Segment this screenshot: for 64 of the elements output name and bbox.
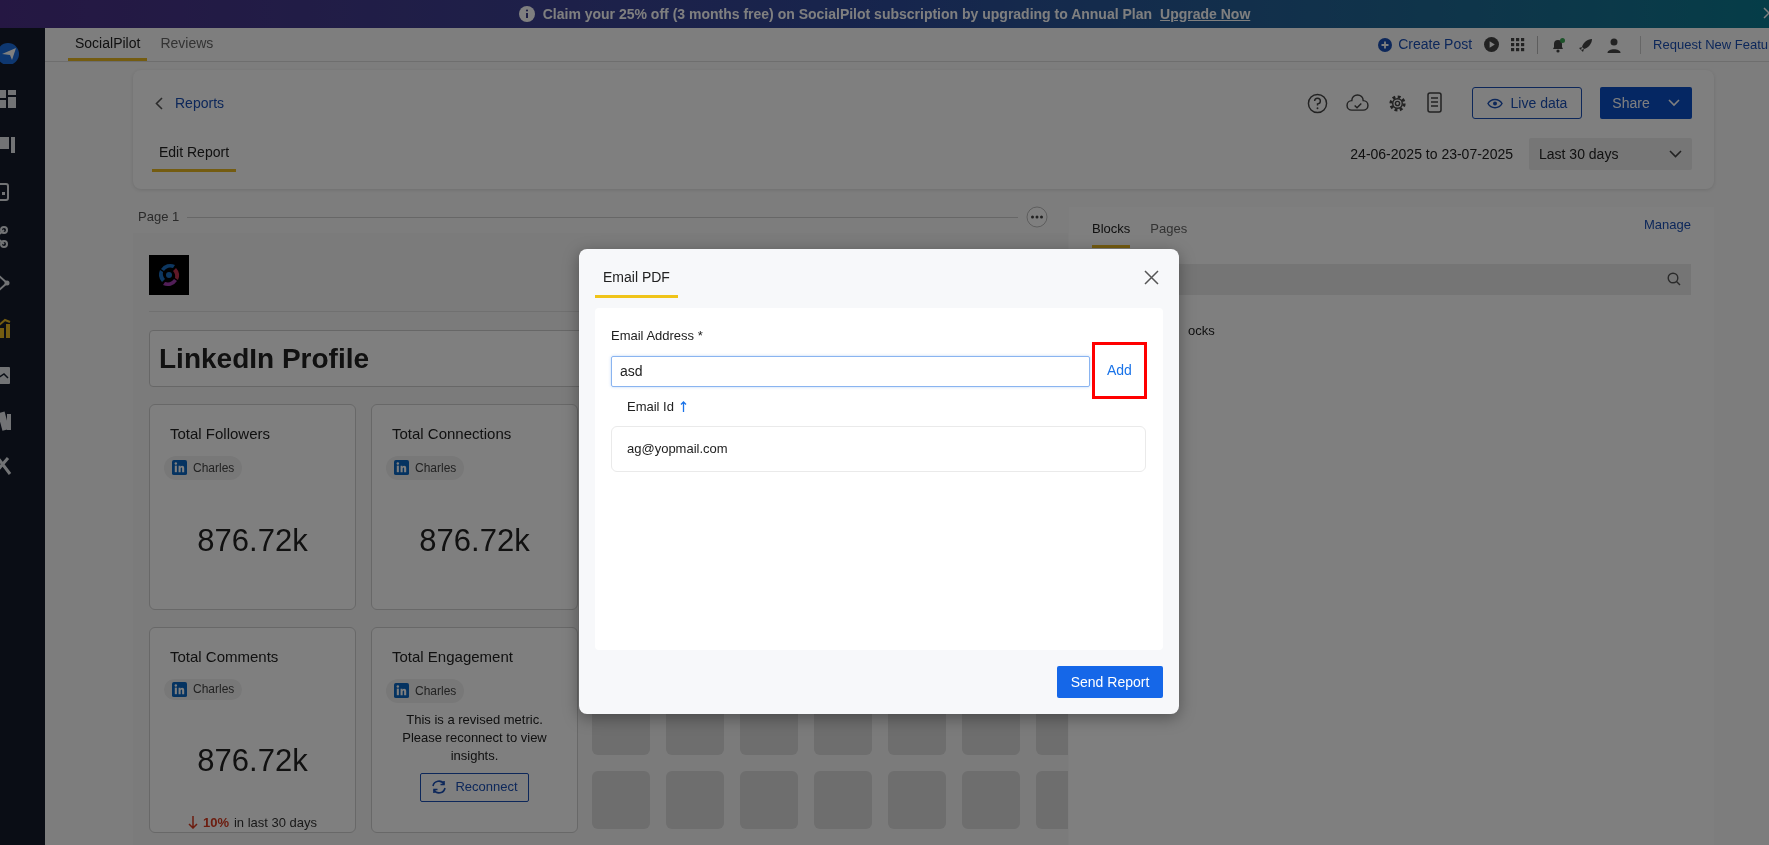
date-range-text: 24-06-2025 to 23-07-2025 xyxy=(1350,144,1513,164)
chevron-left-icon xyxy=(155,96,163,110)
field-label: Email Address * xyxy=(611,327,704,345)
section-label: ocks xyxy=(1188,321,1216,340)
add-button[interactable]: Add xyxy=(1091,341,1147,399)
page-label: Page 1 xyxy=(138,208,180,227)
change-text: 10% in last 30 days xyxy=(187,812,318,832)
edit-report-tab[interactable]: Edit Report xyxy=(152,142,237,172)
brand-logo-icon xyxy=(149,255,189,295)
eye-icon xyxy=(1486,97,1503,109)
account-chip: Charles xyxy=(386,678,465,703)
account-chip: Charles xyxy=(164,455,243,480)
period-select[interactable]: Last 30 days xyxy=(1529,138,1692,170)
close-icon[interactable] xyxy=(1144,270,1159,285)
user-icon[interactable] xyxy=(1606,36,1623,53)
chevron-down-icon xyxy=(1667,99,1680,107)
linkedin-icon xyxy=(172,460,187,475)
card-title: Total Comments xyxy=(169,647,280,667)
send-report-button[interactable]: Send Report xyxy=(1057,666,1163,698)
dialog-tab[interactable]: Email PDF xyxy=(595,267,678,298)
banner-text: Claim your 25% off (3 months free) on SocialPilot subscription by upgrading to Annual Plan xyxy=(542,4,1153,24)
linkedin-icon xyxy=(394,460,409,475)
live-data-button[interactable]: Live data xyxy=(1472,87,1582,119)
share-button[interactable]: Share xyxy=(1600,87,1692,119)
card-title: Total Connections xyxy=(391,424,513,444)
reconnect-button[interactable]: Reconnect xyxy=(420,772,529,802)
nav-tab[interactable]: Reviews xyxy=(153,28,221,61)
apps-grid-icon[interactable] xyxy=(1511,37,1526,52)
info-icon xyxy=(518,6,535,22)
settings-icon[interactable] xyxy=(1387,92,1408,114)
metric-value: 876.72k xyxy=(419,521,530,560)
sort-up-icon[interactable] xyxy=(679,400,687,412)
chevron-down-icon xyxy=(1669,150,1682,158)
compose-icon[interactable] xyxy=(0,42,20,64)
panel-tab[interactable]: Pages xyxy=(1150,219,1188,248)
arrow-down-icon xyxy=(187,815,198,830)
notice-text: This is a revised metric. Please reconnect to view insights. xyxy=(401,710,548,765)
email-row: ag@yopmail.com xyxy=(611,426,1146,472)
rocket-icon[interactable] xyxy=(1578,36,1595,53)
metric-value: 876.72k xyxy=(197,521,308,560)
account-chip: Charles xyxy=(164,678,243,700)
email-input-field[interactable]: asd xyxy=(611,355,1090,387)
column-header[interactable]: Email Id xyxy=(627,396,674,416)
card-title: Total Followers xyxy=(169,424,272,444)
metric-value: 876.72k xyxy=(197,742,308,780)
document-icon[interactable] xyxy=(1426,92,1444,114)
linkedin-icon xyxy=(172,681,187,697)
plus-circle-icon xyxy=(1378,37,1393,52)
request-feature-link[interactable]: Request New Featu xyxy=(1653,34,1768,55)
linkedin-icon xyxy=(394,683,409,698)
play-icon[interactable] xyxy=(1484,37,1500,52)
help-icon[interactable] xyxy=(1307,92,1328,114)
card-title: Total Engagement xyxy=(391,647,514,667)
create-post-button[interactable]: Create Post xyxy=(1378,34,1473,55)
nav-tab[interactable]: SocialPilot xyxy=(68,28,148,61)
cloud-check-icon[interactable] xyxy=(1346,93,1369,113)
account-chip: Charles xyxy=(386,455,465,480)
back-link[interactable]: Reports xyxy=(155,92,225,114)
bell-icon[interactable] xyxy=(1550,36,1567,53)
refresh-icon xyxy=(431,780,448,794)
more-options-icon[interactable] xyxy=(1026,206,1048,228)
search-icon xyxy=(1667,272,1681,286)
manage-link[interactable]: Manage xyxy=(1644,215,1691,235)
upgrade-link[interactable]: Upgrade Now xyxy=(1160,3,1251,25)
